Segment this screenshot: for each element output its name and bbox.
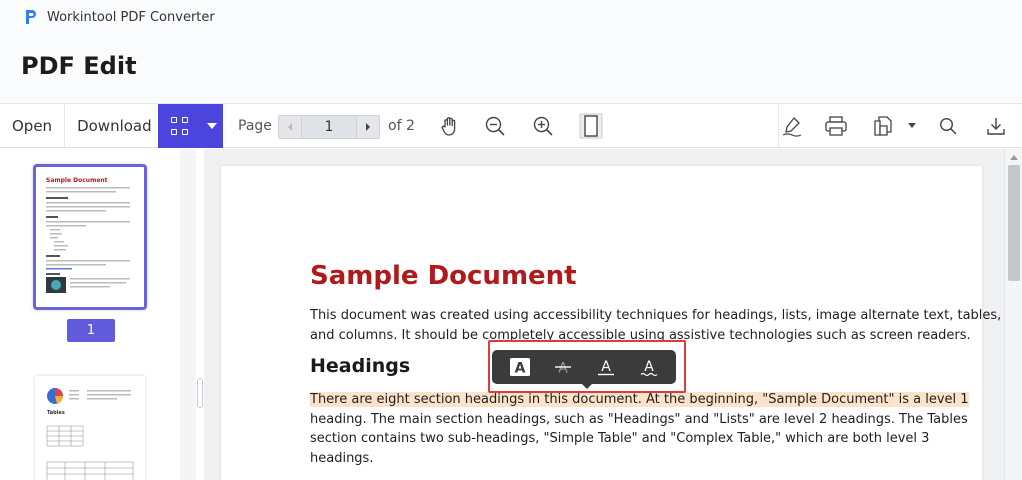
page-label: Page bbox=[238, 118, 272, 134]
hand-icon bbox=[441, 117, 456, 136]
underline-icon: A bbox=[597, 359, 614, 376]
svg-text:A: A bbox=[514, 361, 525, 377]
page-title: PDF Edit bbox=[21, 52, 137, 80]
prev-page-button[interactable] bbox=[279, 116, 301, 138]
triangle-right-icon bbox=[366, 123, 370, 131]
app-logo-icon bbox=[23, 9, 39, 25]
document-scrollbar[interactable] bbox=[1004, 149, 1022, 480]
page-preview: Sample Document bbox=[46, 177, 130, 293]
search-icon bbox=[939, 117, 957, 135]
sidebar-resize-handle[interactable] bbox=[197, 378, 203, 408]
signature-pen-icon bbox=[782, 117, 802, 137]
strikethrough-button[interactable]: A bbox=[548, 354, 578, 380]
scrollbar-thumb[interactable] bbox=[1008, 165, 1020, 281]
text-line: headings. bbox=[310, 450, 374, 466]
scroll-up-icon[interactable] bbox=[1010, 155, 1018, 160]
strikethrough-icon: A bbox=[554, 361, 571, 377]
save-download-button[interactable] bbox=[978, 104, 1014, 148]
underline-button[interactable]: A bbox=[591, 354, 621, 380]
squiggly-underline-button[interactable]: A bbox=[634, 354, 664, 380]
grid-view-icon bbox=[171, 117, 189, 135]
squiggly-underline-icon: A bbox=[640, 359, 657, 377]
fit-page-button[interactable] bbox=[573, 104, 609, 148]
svg-text:Tables: Tables bbox=[47, 410, 65, 416]
copy-pages-icon bbox=[874, 116, 892, 136]
text-line: This document was created using accessib… bbox=[310, 308, 1002, 323]
download-icon bbox=[987, 118, 1005, 135]
document-title: Sample Document bbox=[310, 261, 577, 291]
zoom-in-icon bbox=[533, 116, 553, 136]
printer-icon bbox=[825, 116, 847, 136]
convert-button[interactable] bbox=[864, 104, 900, 148]
page-thumbnail-2[interactable]: Tables bbox=[35, 376, 145, 480]
section-heading: Headings bbox=[310, 355, 411, 377]
caret-down-icon bbox=[908, 123, 916, 128]
search-button[interactable] bbox=[930, 104, 966, 148]
page-navigator: 1 bbox=[278, 115, 380, 139]
hand-tool-button[interactable] bbox=[432, 104, 468, 148]
text-highlight-button[interactable]: A bbox=[505, 354, 535, 380]
thumbnail-view-button[interactable] bbox=[158, 104, 223, 148]
text-markup-popup: A A A A bbox=[492, 350, 676, 389]
caret-down-icon[interactable] bbox=[207, 123, 217, 129]
print-button[interactable] bbox=[818, 104, 854, 148]
text-line: heading. The main section headings, such… bbox=[310, 411, 968, 427]
title-bar: Workintool PDF Converter bbox=[0, 0, 1022, 34]
popup-pointer bbox=[582, 384, 592, 389]
zoom-out-button[interactable] bbox=[477, 104, 513, 148]
triangle-left-icon bbox=[288, 123, 292, 131]
page-thumbnail-badge: 1 bbox=[67, 319, 115, 342]
svg-text:A: A bbox=[644, 359, 654, 375]
selected-text[interactable]: There are eight section headings in this… bbox=[310, 392, 969, 407]
sign-button[interactable] bbox=[774, 104, 810, 148]
open-label: Open bbox=[12, 116, 53, 135]
page-preview: Tables bbox=[46, 388, 134, 480]
toolbar: Open Download Page 1 of 2 bbox=[0, 103, 1022, 148]
next-page-button[interactable] bbox=[357, 116, 379, 138]
highlight-icon: A bbox=[509, 358, 530, 377]
zoom-out-icon bbox=[485, 116, 505, 136]
page-thumbnail-1[interactable]: Sample Document bbox=[33, 164, 147, 310]
download-label: Download bbox=[77, 116, 152, 135]
thumbnail-sidebar: Sample Document 1 Tables bbox=[0, 149, 196, 480]
headings-paragraph: There are eight section headings in this… bbox=[310, 390, 969, 468]
svg-text:A: A bbox=[601, 359, 611, 375]
fit-page-icon bbox=[579, 113, 603, 139]
text-line: section contains two sub-headings, "Simp… bbox=[310, 431, 930, 446]
svg-text:A: A bbox=[558, 361, 568, 377]
download-button[interactable]: Download bbox=[65, 104, 164, 148]
zoom-in-button[interactable] bbox=[525, 104, 561, 148]
page-number-input[interactable]: 1 bbox=[301, 116, 357, 138]
app-window: Workintool PDF Converter PDF Edit Open D… bbox=[0, 0, 1022, 480]
header: PDF Edit bbox=[0, 34, 1022, 104]
svg-text:Sample Document: Sample Document bbox=[46, 177, 108, 184]
convert-dropdown-button[interactable] bbox=[900, 104, 924, 148]
app-title: Workintool PDF Converter bbox=[47, 9, 215, 25]
page-total: of 2 bbox=[388, 118, 415, 134]
sidebar-scrollbar[interactable] bbox=[180, 149, 196, 480]
open-button[interactable]: Open bbox=[0, 104, 64, 148]
